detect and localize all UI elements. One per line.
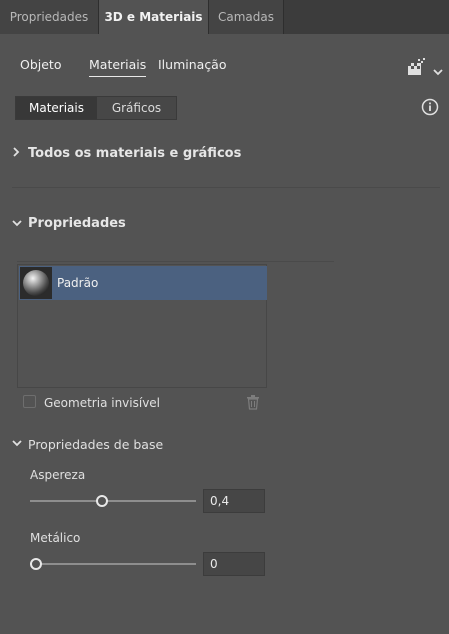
base-properties-section-header[interactable]: Propriedades de base xyxy=(28,437,163,452)
tab-3d-materiais[interactable]: 3D e Materiais xyxy=(99,0,209,34)
metallic-slider-thumb[interactable] xyxy=(30,558,42,570)
metallic-slider-track[interactable] xyxy=(30,563,196,565)
invisible-geometry-label: Geometria invisível xyxy=(44,396,161,410)
section-divider xyxy=(12,187,440,188)
graficos-segment-button[interactable]: Gráficos xyxy=(97,97,176,119)
materials-graphics-toggle: Materiais Gráficos xyxy=(15,96,177,120)
render-settings-icon[interactable] xyxy=(406,58,426,76)
chevron-down-icon[interactable] xyxy=(11,438,23,451)
roughness-value-input[interactable]: 0,4 xyxy=(203,489,265,513)
tab-propriedades[interactable]: Propriedades xyxy=(0,0,99,34)
materiais-segment-button[interactable]: Materiais xyxy=(16,97,97,119)
chevron-down-icon[interactable] xyxy=(432,62,444,76)
material-name: Padrão xyxy=(57,276,99,290)
chevron-down-icon[interactable] xyxy=(11,218,23,231)
roughness-slider-track[interactable] xyxy=(30,500,196,502)
panel-tab-bar: Propriedades 3D e Materiais Camadas xyxy=(0,0,449,34)
sphere-thumbnail xyxy=(20,267,52,299)
metallic-value-input[interactable]: 0 xyxy=(203,552,265,576)
tab-camadas[interactable]: Camadas xyxy=(209,0,284,34)
metallic-label: Metálico xyxy=(30,531,81,545)
chevron-right-icon[interactable] xyxy=(11,146,21,161)
trash-icon[interactable] xyxy=(246,395,260,410)
info-icon[interactable] xyxy=(421,98,439,116)
material-list: Padrão xyxy=(17,264,267,388)
roughness-label: Aspereza xyxy=(30,468,86,482)
properties-section-header[interactable]: Propriedades xyxy=(28,216,126,231)
subtab-objeto[interactable]: Objeto xyxy=(20,57,62,72)
subtab-iluminacao[interactable]: Iluminação xyxy=(158,57,227,72)
roughness-slider-thumb[interactable] xyxy=(96,495,109,507)
subtab-materiais[interactable]: Materiais xyxy=(89,57,147,77)
all-materials-section-header[interactable]: Todos os materiais e gráficos xyxy=(28,146,241,161)
invisible-geometry-checkbox[interactable] xyxy=(23,395,36,408)
list-item[interactable]: Padrão xyxy=(19,266,267,300)
section-divider xyxy=(17,261,334,262)
